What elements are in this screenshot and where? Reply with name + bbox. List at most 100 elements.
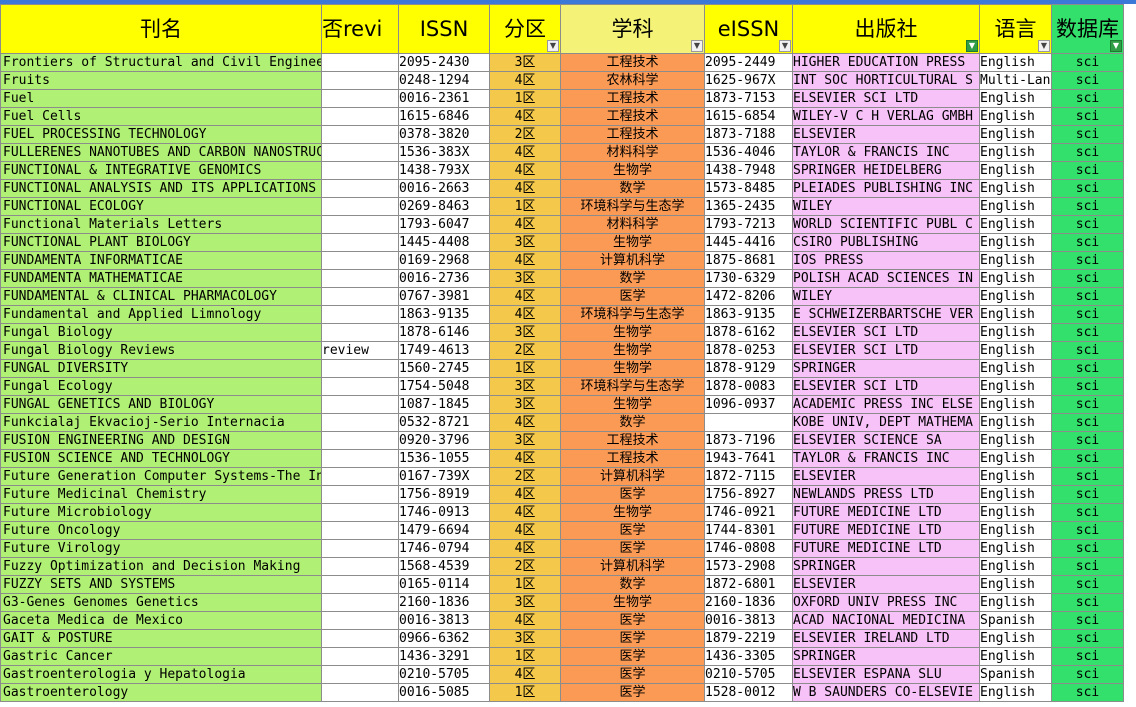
cell-database[interactable]: sci: [1051, 53, 1124, 72]
cell-eissn[interactable]: 1573-2908: [704, 557, 793, 576]
cell-database[interactable]: sci: [1051, 305, 1124, 324]
cell-database[interactable]: sci: [1051, 215, 1124, 234]
cell-eissn[interactable]: 0210-5705: [704, 665, 793, 684]
cell-zone[interactable]: 3区: [489, 269, 561, 288]
cell-eissn[interactable]: 1878-0253: [704, 341, 793, 360]
cell-subject[interactable]: 医学: [560, 611, 705, 630]
cell-review[interactable]: [321, 539, 399, 558]
cell-database[interactable]: sci: [1051, 413, 1124, 432]
cell-database[interactable]: sci: [1051, 647, 1124, 666]
cell-zone[interactable]: 1区: [489, 359, 561, 378]
cell-zone[interactable]: 1区: [489, 683, 561, 702]
cell-publisher[interactable]: ELSEVIER SCIENCE SA: [792, 431, 980, 450]
cell-zone[interactable]: 1区: [489, 575, 561, 594]
cell-language[interactable]: English: [979, 413, 1052, 432]
cell-language[interactable]: English: [979, 107, 1052, 126]
cell-review[interactable]: [321, 269, 399, 288]
cell-subject[interactable]: 生物学: [560, 323, 705, 342]
cell-eissn[interactable]: 2160-1836: [704, 593, 793, 612]
cell-review[interactable]: [321, 287, 399, 306]
cell-title[interactable]: Functional Materials Letters: [0, 215, 322, 234]
cell-publisher[interactable]: FUTURE MEDICINE LTD: [792, 503, 980, 522]
cell-zone[interactable]: 2区: [489, 341, 561, 360]
cell-issn[interactable]: 0920-3796: [398, 431, 490, 450]
cell-review[interactable]: [321, 521, 399, 540]
cell-eissn[interactable]: 1096-0937: [704, 395, 793, 414]
cell-publisher[interactable]: TAYLOR & FRANCIS INC: [792, 449, 980, 468]
cell-title[interactable]: Funkcialaj Ekvacioj-Serio Internacia: [0, 413, 322, 432]
cell-publisher[interactable]: ACAD NACIONAL MEDICINA: [792, 611, 980, 630]
cell-eissn[interactable]: 1436-3305: [704, 647, 793, 666]
cell-title[interactable]: FUEL PROCESSING TECHNOLOGY: [0, 125, 322, 144]
cell-database[interactable]: sci: [1051, 161, 1124, 180]
cell-subject[interactable]: 医学: [560, 521, 705, 540]
cell-issn[interactable]: 0966-6362: [398, 629, 490, 648]
cell-issn[interactable]: 0165-0114: [398, 575, 490, 594]
cell-subject[interactable]: 工程技术: [560, 125, 705, 144]
cell-title[interactable]: FUNCTIONAL PLANT BIOLOGY: [0, 233, 322, 252]
cell-zone[interactable]: 4区: [489, 665, 561, 684]
cell-review[interactable]: [321, 323, 399, 342]
cell-zone[interactable]: 3区: [489, 395, 561, 414]
cell-zone[interactable]: 3区: [489, 233, 561, 252]
cell-eissn[interactable]: [704, 413, 793, 432]
cell-title[interactable]: Future Generation Computer Systems-The I…: [0, 467, 322, 486]
cell-zone[interactable]: 3区: [489, 629, 561, 648]
cell-zone[interactable]: 3区: [489, 431, 561, 450]
cell-database[interactable]: sci: [1051, 143, 1124, 162]
cell-issn[interactable]: 0269-8463: [398, 197, 490, 216]
cell-subject[interactable]: 生物学: [560, 503, 705, 522]
cell-zone[interactable]: 2区: [489, 467, 561, 486]
cell-issn[interactable]: 0016-5085: [398, 683, 490, 702]
cell-issn[interactable]: 0378-3820: [398, 125, 490, 144]
cell-review[interactable]: [321, 665, 399, 684]
cell-publisher[interactable]: ELSEVIER IRELAND LTD: [792, 629, 980, 648]
cell-database[interactable]: sci: [1051, 683, 1124, 702]
cell-zone[interactable]: 1区: [489, 89, 561, 108]
cell-eissn[interactable]: 1746-0921: [704, 503, 793, 522]
cell-zone[interactable]: 4区: [489, 251, 561, 270]
cell-zone[interactable]: 4区: [489, 413, 561, 432]
cell-database[interactable]: sci: [1051, 359, 1124, 378]
cell-publisher[interactable]: ELSEVIER: [792, 467, 980, 486]
cell-title[interactable]: Fuel: [0, 89, 322, 108]
cell-title[interactable]: Gastroenterology: [0, 683, 322, 702]
cell-zone[interactable]: 4区: [489, 503, 561, 522]
cell-publisher[interactable]: FUTURE MEDICINE LTD: [792, 521, 980, 540]
cell-issn[interactable]: 1436-3291: [398, 647, 490, 666]
cell-issn[interactable]: 2095-2430: [398, 53, 490, 72]
cell-publisher[interactable]: OXFORD UNIV PRESS INC: [792, 593, 980, 612]
cell-language[interactable]: English: [979, 197, 1052, 216]
cell-subject[interactable]: 计算机科学: [560, 251, 705, 270]
header-publisher[interactable]: 出版社 ▼: [792, 4, 980, 54]
cell-database[interactable]: sci: [1051, 287, 1124, 306]
cell-title[interactable]: Fruits: [0, 71, 322, 90]
cell-review[interactable]: [321, 413, 399, 432]
cell-zone[interactable]: 2区: [489, 125, 561, 144]
cell-database[interactable]: sci: [1051, 107, 1124, 126]
cell-subject[interactable]: 工程技术: [560, 89, 705, 108]
cell-language[interactable]: English: [979, 287, 1052, 306]
cell-issn[interactable]: 0767-3981: [398, 287, 490, 306]
cell-database[interactable]: sci: [1051, 575, 1124, 594]
cell-publisher[interactable]: E SCHWEIZERBARTSCHE VER: [792, 305, 980, 324]
filter-dropdown-icon[interactable]: ▼: [1038, 40, 1050, 52]
cell-review[interactable]: [321, 485, 399, 504]
cell-eissn[interactable]: 0016-3813: [704, 611, 793, 630]
cell-title[interactable]: FUNDAMENTA MATHEMATICAE: [0, 269, 322, 288]
cell-zone[interactable]: 4区: [489, 179, 561, 198]
cell-publisher[interactable]: W B SAUNDERS CO-ELSEVIE: [792, 683, 980, 702]
cell-subject[interactable]: 环境科学与生态学: [560, 377, 705, 396]
cell-issn[interactable]: 1756-8919: [398, 485, 490, 504]
cell-zone[interactable]: 2区: [489, 557, 561, 576]
cell-language[interactable]: English: [979, 683, 1052, 702]
cell-title[interactable]: Future Medicinal Chemistry: [0, 485, 322, 504]
cell-eissn[interactable]: 1573-8485: [704, 179, 793, 198]
cell-review[interactable]: [321, 71, 399, 90]
cell-title[interactable]: FUSION SCIENCE AND TECHNOLOGY: [0, 449, 322, 468]
cell-language[interactable]: English: [979, 125, 1052, 144]
cell-zone[interactable]: 4区: [489, 539, 561, 558]
cell-publisher[interactable]: WILEY-V C H VERLAG GMBH: [792, 107, 980, 126]
cell-review[interactable]: [321, 395, 399, 414]
header-review[interactable]: 否revi: [321, 4, 399, 54]
